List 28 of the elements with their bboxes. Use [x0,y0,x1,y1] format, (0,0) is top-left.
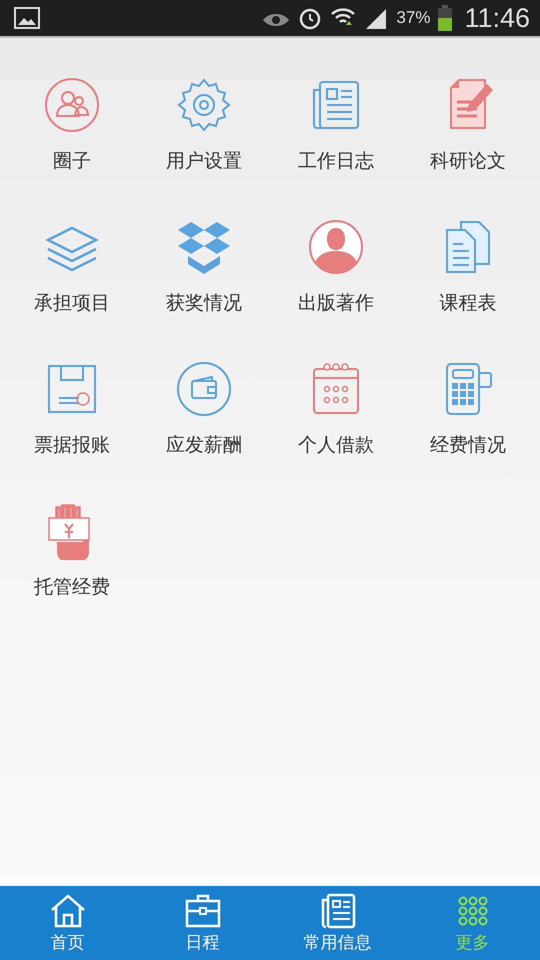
menu-label[interactable]: 工作日志 [298,148,374,174]
briefcase-icon [184,892,222,928]
people-icon [43,76,101,134]
menu-label[interactable]: 用户设置 [166,148,242,174]
menu-label[interactable]: 经费情况 [430,432,506,458]
alarm-icon [298,6,322,30]
settings-icon [175,76,233,134]
menu-label[interactable]: 科研论文 [430,148,506,174]
nav-tab[interactable]: 首页 [0,886,135,960]
battery-percent: 37% [396,8,430,28]
menu-label[interactable]: 承担项目 [34,290,110,316]
nav-tab[interactable]: 常用信息 [270,886,405,960]
nav-tab[interactable]: 日程 [135,886,270,960]
menu-label[interactable]: 获奖情况 [166,290,242,316]
person-icon [307,218,365,276]
menu-label[interactable]: 圈子 [53,148,91,174]
menu-label[interactable]: 个人借款 [298,432,374,458]
menu-label[interactable]: 课程表 [440,290,496,316]
wallet-icon [175,360,233,418]
menu-label[interactable]: 票据报账 [34,432,110,458]
menu-label[interactable]: 托管经费 [34,574,110,600]
signal-icon [364,7,388,29]
battery-icon [438,5,452,31]
menu-label[interactable]: 应发薪酬 [166,432,242,458]
clock-time: 11:46 [464,2,530,34]
gallery-icon [14,7,40,29]
home-icon [48,892,86,928]
menu-label[interactable]: 出版著作 [298,290,374,316]
